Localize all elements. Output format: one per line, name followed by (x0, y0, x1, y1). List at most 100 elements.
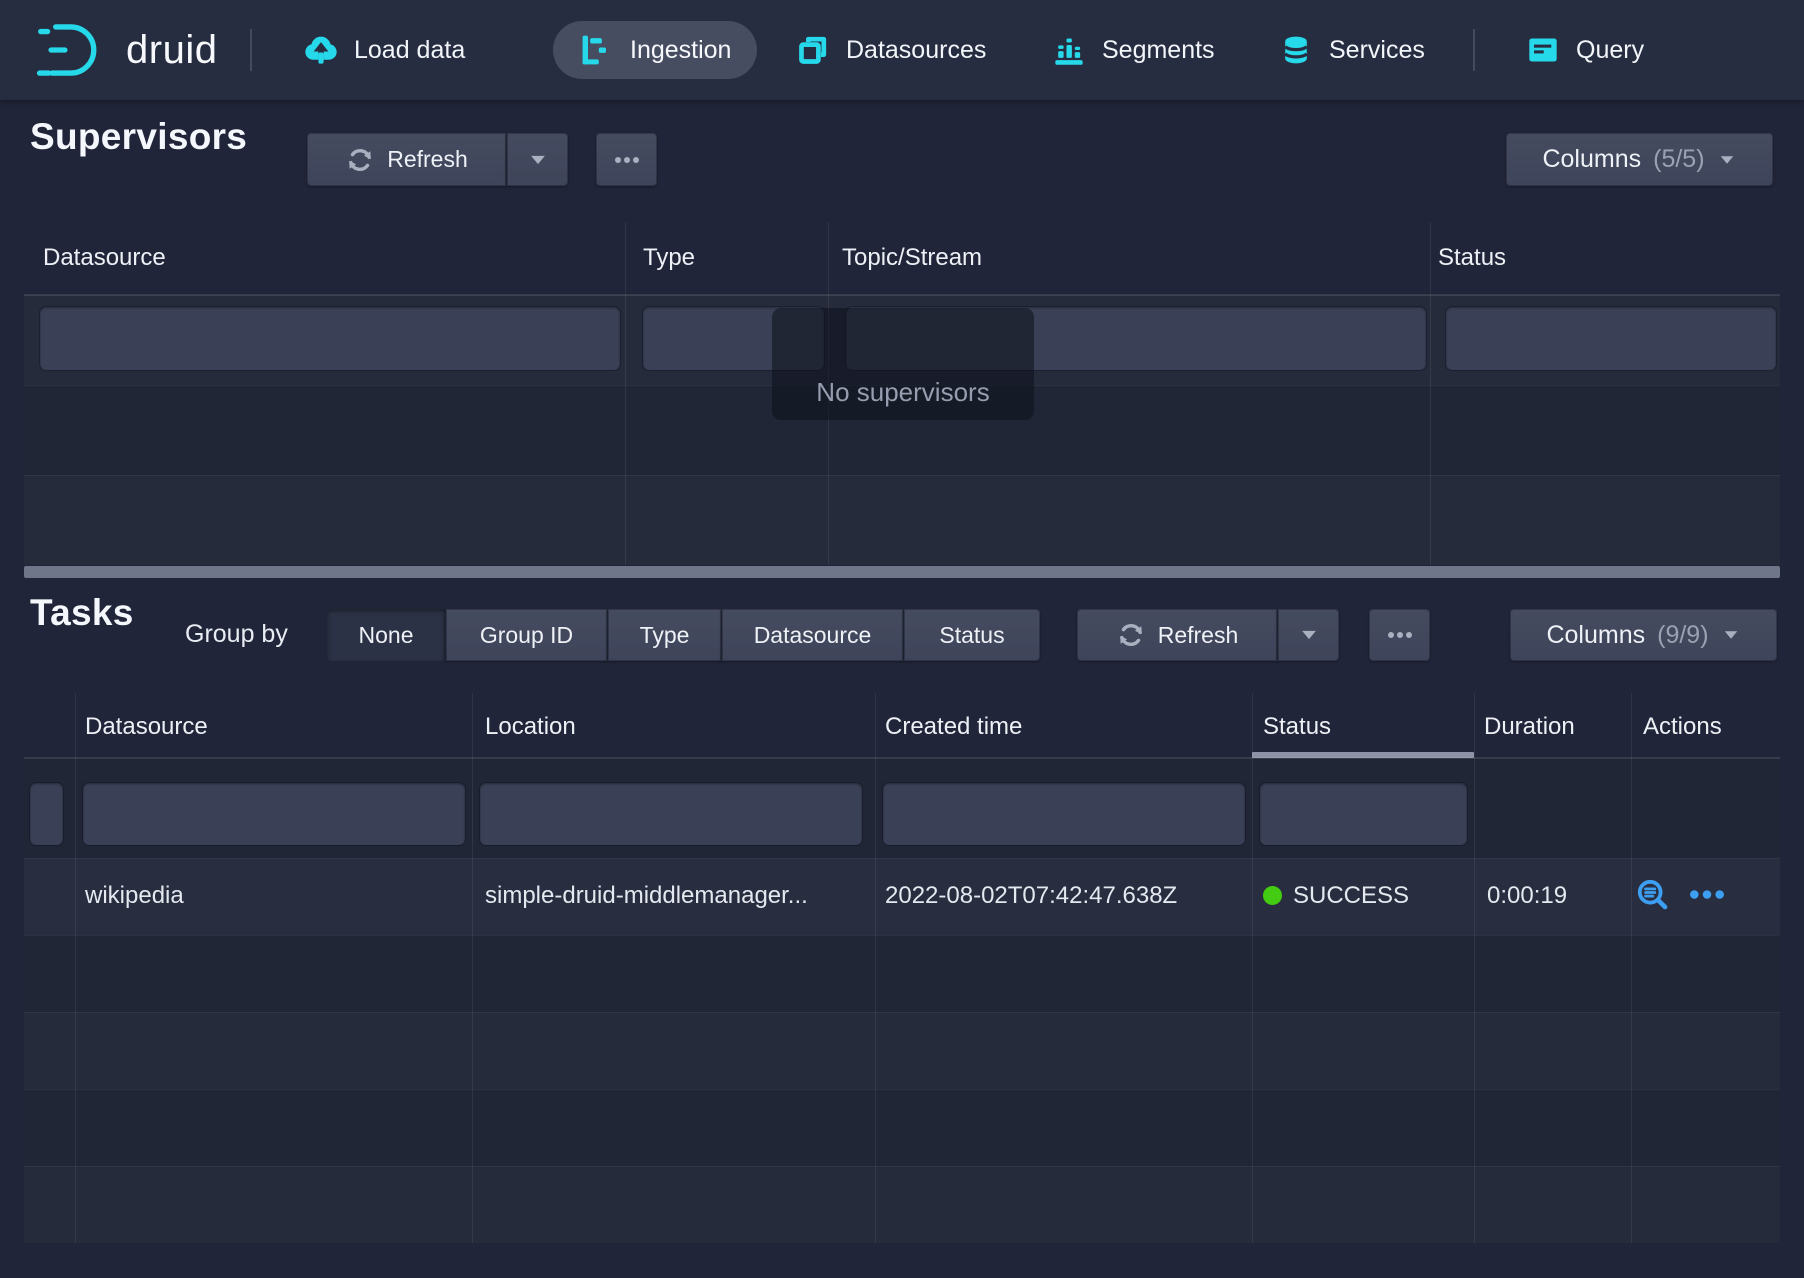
horizontal-scrollbar[interactable] (24, 566, 1780, 578)
filter-input-location[interactable] (480, 783, 862, 845)
supervisors-columns-button[interactable]: Columns (5/5) (1506, 133, 1773, 186)
druid-logo-icon (36, 20, 110, 80)
empty-state-overlay: No supervisors (772, 308, 1034, 420)
header-divider (24, 757, 1780, 759)
group-by-type-button[interactable]: Type (607, 609, 721, 661)
nav-item-segments[interactable]: Segments (1051, 0, 1215, 100)
filter-input-created-time[interactable] (883, 783, 1245, 845)
nav-item-ingestion[interactable]: Ingestion (553, 21, 757, 79)
layers-icon (795, 32, 831, 68)
column-header-created-time[interactable]: Created time (885, 713, 1022, 741)
column-divider (1430, 222, 1431, 565)
column-header-type[interactable]: Type (643, 244, 695, 272)
filter-input-status[interactable] (1446, 307, 1776, 370)
filter-input-status[interactable] (1260, 783, 1467, 845)
refresh-icon (1116, 620, 1146, 650)
column-divider (875, 693, 876, 1243)
nav-item-services[interactable]: Services (1278, 0, 1425, 100)
row-divider (24, 935, 1780, 936)
empty-state-message: No supervisors (816, 377, 989, 408)
caret-down-icon (1721, 625, 1741, 645)
refresh-button[interactable]: Refresh (1077, 609, 1277, 661)
refresh-label: Refresh (387, 146, 468, 173)
column-divider (1474, 693, 1475, 1243)
column-header-location[interactable]: Location (485, 713, 576, 741)
refresh-label: Refresh (1158, 622, 1239, 649)
cell-datasource: wikipedia (85, 882, 184, 910)
cell-created-time: 2022-08-02T07:42:47.638Z (885, 882, 1177, 910)
columns-label: Columns (1542, 145, 1641, 174)
columns-count: (9/9) (1657, 621, 1708, 650)
top-nav: druid Load data (0, 0, 1804, 100)
nav-item-datasources[interactable]: Datasources (795, 0, 986, 100)
caret-down-icon (527, 149, 549, 171)
nav-item-query[interactable]: Query (1525, 0, 1644, 100)
column-divider (472, 693, 473, 1243)
nav-item-label: Segments (1102, 36, 1215, 65)
column-header-duration[interactable]: Duration (1484, 713, 1575, 741)
filter-input-datasource[interactable] (40, 307, 620, 370)
stacked-chart-icon (1051, 32, 1087, 68)
cell-duration: 0:00:19 (1487, 882, 1567, 910)
cell-actions (1636, 878, 1726, 911)
table-row (24, 475, 1780, 565)
cell-status: SUCCESS (1263, 882, 1409, 910)
table-row (24, 1012, 1780, 1089)
group-by-group-id-button[interactable]: Group ID (445, 609, 607, 661)
nav-item-load-data[interactable]: Load data (303, 0, 465, 100)
column-divider (625, 222, 626, 565)
cell-location: simple-druid-middlemanager... (485, 882, 861, 910)
nav-divider (250, 29, 252, 71)
status-text: SUCCESS (1293, 882, 1409, 909)
nav-item-label: Datasources (846, 36, 986, 65)
group-by-none-button[interactable]: None (327, 609, 445, 661)
table-row (24, 1166, 1780, 1243)
header-divider (24, 294, 1780, 296)
supervisors-refresh-split-button: Refresh (307, 133, 568, 186)
nav-divider (1473, 29, 1475, 71)
tasks-title: Tasks (30, 592, 134, 634)
group-by-label: Group by (185, 620, 288, 649)
brand[interactable]: druid (36, 0, 217, 100)
nav-item-label: Services (1329, 36, 1425, 65)
tasks-table: Datasource Location Created time Status … (24, 693, 1780, 1243)
table-row (24, 935, 1780, 1012)
refresh-button[interactable]: Refresh (307, 133, 506, 186)
tasks-columns-button[interactable]: Columns (9/9) (1510, 609, 1777, 661)
task-detail-magnifier-icon[interactable] (1636, 878, 1669, 911)
filter-input-task-id[interactable] (30, 783, 63, 845)
nav-item-label: Load data (354, 36, 465, 65)
caret-down-icon (1298, 624, 1320, 646)
refresh-dropdown-button[interactable] (1277, 609, 1339, 661)
supervisors-title: Supervisors (30, 116, 247, 158)
tasks-refresh-split-button: Refresh (1077, 609, 1339, 661)
druid-console: druid Load data (0, 0, 1804, 1278)
tasks-more-button[interactable] (1369, 609, 1430, 661)
cloud-upload-icon (303, 32, 339, 68)
columns-count: (5/5) (1653, 145, 1704, 174)
column-header-datasource[interactable]: Datasource (85, 713, 208, 741)
nav-item-label: Query (1576, 36, 1644, 65)
group-by-status-button[interactable]: Status (903, 609, 1040, 661)
row-divider (24, 1089, 1780, 1090)
column-divider (1252, 693, 1253, 1243)
row-divider (24, 1166, 1780, 1167)
column-header-status[interactable]: Status (1263, 713, 1331, 741)
supervisors-more-button[interactable] (596, 133, 657, 186)
column-header-actions[interactable]: Actions (1643, 713, 1722, 741)
column-header-topic-stream[interactable]: Topic/Stream (842, 244, 982, 272)
group-by-datasource-button[interactable]: Datasource (721, 609, 903, 661)
row-more-actions-icon[interactable] (1688, 878, 1726, 911)
filter-input-datasource[interactable] (83, 783, 465, 845)
nav-item-label: Ingestion (630, 36, 731, 65)
column-header-status[interactable]: Status (1438, 244, 1506, 272)
refresh-dropdown-button[interactable] (506, 133, 568, 186)
column-header-datasource[interactable]: Datasource (43, 244, 166, 272)
more-icon (1385, 620, 1415, 650)
row-divider (24, 858, 1780, 859)
brand-name: druid (126, 28, 217, 73)
table-row (24, 1089, 1780, 1166)
row-divider (24, 475, 1780, 476)
console-icon (1525, 32, 1561, 68)
column-divider (75, 693, 76, 1243)
